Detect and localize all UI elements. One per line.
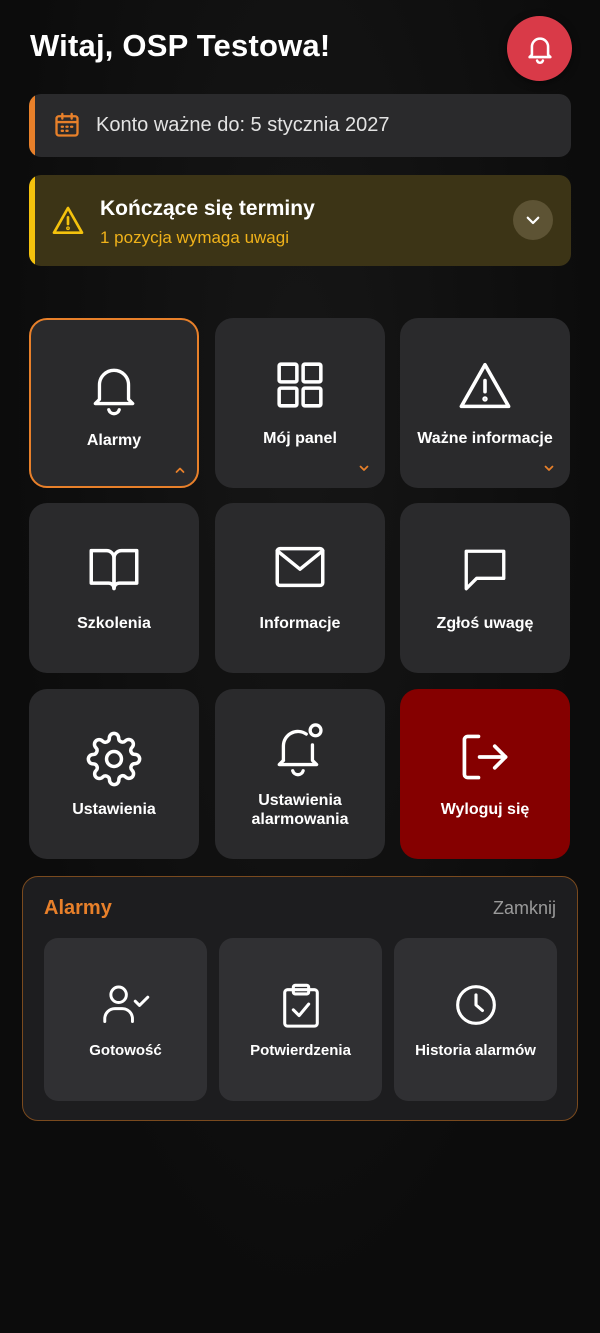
greeting-title: Witaj, OSP Testowa! — [30, 28, 331, 63]
tile-moj-panel[interactable]: Mój panel — [215, 318, 385, 488]
alarm-button[interactable] — [507, 16, 572, 81]
tile-ustawienia-alarmowania[interactable]: Ustawienia alarmowania — [215, 689, 385, 859]
clock-icon — [455, 985, 496, 1025]
tile-informacje[interactable]: Informacje — [215, 503, 385, 673]
accent-bar — [29, 94, 35, 157]
grid-icon — [277, 362, 323, 408]
tile-alarmy[interactable]: Alarmy — [29, 318, 199, 488]
chat-icon — [464, 549, 506, 591]
logout-icon — [462, 734, 508, 780]
tile-label: Mój panel — [263, 430, 337, 447]
warning-icon — [459, 362, 511, 409]
calendar-icon — [55, 112, 79, 137]
expand-deadlines-button[interactable] — [513, 200, 553, 240]
gear-icon — [86, 731, 142, 787]
tile-label: Ustawienia — [72, 801, 156, 818]
chevron-up-icon — [175, 467, 185, 473]
tile-zglos-uwage[interactable]: Zgłoś uwagę — [400, 503, 570, 673]
account-validity-card: Konto ważne do: 5 stycznia 2027 — [29, 94, 571, 157]
tile-label: Informacje — [259, 615, 341, 632]
mail-icon — [275, 546, 325, 588]
tile-label: Szkolenia — [77, 615, 151, 632]
subtile-label: Historia alarmów — [415, 1042, 536, 1059]
close-panel-button[interactable]: Zamknij — [493, 898, 556, 919]
tile-label: Wyloguj się — [440, 801, 530, 818]
tile-label: Ustawienia alarmowania — [221, 791, 379, 829]
chevron-down-icon — [526, 216, 540, 225]
subtile-label: Potwierdzenia — [250, 1042, 351, 1059]
tile-label: Ważne informacje — [417, 430, 553, 447]
deadlines-title: Kończące się terminy — [100, 197, 315, 220]
tile-wazne-informacje[interactable]: Ważne informacje — [400, 318, 570, 488]
tile-wyloguj[interactable]: Wyloguj się — [400, 689, 570, 859]
tile-label-line1: Ustawienia — [258, 792, 342, 809]
chevron-down-icon — [359, 465, 369, 471]
book-icon — [89, 548, 139, 591]
home-screen: Witaj, OSP Testowa! Konto ważne do: 5 st… — [0, 0, 600, 1333]
subtile-gotowosc[interactable]: Gotowość — [44, 938, 207, 1101]
subtile-historia-alarmow[interactable]: Historia alarmów — [394, 938, 557, 1101]
accent-bar — [29, 175, 35, 266]
tile-label-line2: alarmowania — [251, 811, 349, 828]
tile-szkolenia[interactable]: Szkolenia — [29, 503, 199, 673]
subtile-label: Gotowość — [89, 1042, 162, 1059]
tile-label: Zgłoś uwagę — [436, 615, 534, 632]
tile-ustawienia[interactable]: Ustawienia — [29, 689, 199, 859]
deadlines-subtitle: 1 pozycja wymaga uwagi — [100, 228, 289, 247]
account-validity-text: Konto ważne do: 5 stycznia 2027 — [96, 114, 390, 136]
tile-label: Alarmy — [86, 432, 142, 449]
panel-title: Alarmy — [44, 897, 112, 919]
clipboard-check-icon — [282, 983, 319, 1028]
warning-icon — [52, 206, 84, 235]
deadlines-card[interactable]: Kończące się terminy 1 pozycja wymaga uw… — [29, 175, 571, 266]
bell-icon — [527, 36, 552, 64]
subtile-potwierdzenia[interactable]: Potwierdzenia — [219, 938, 382, 1101]
chevron-down-icon — [544, 465, 554, 471]
user-check-icon — [102, 985, 149, 1024]
bell-icon — [93, 368, 135, 416]
alarm-submenu-panel: Alarmy Zamknij Gotowość Potwierdzenia Hi… — [22, 876, 578, 1121]
bell-dot-icon — [277, 723, 323, 777]
